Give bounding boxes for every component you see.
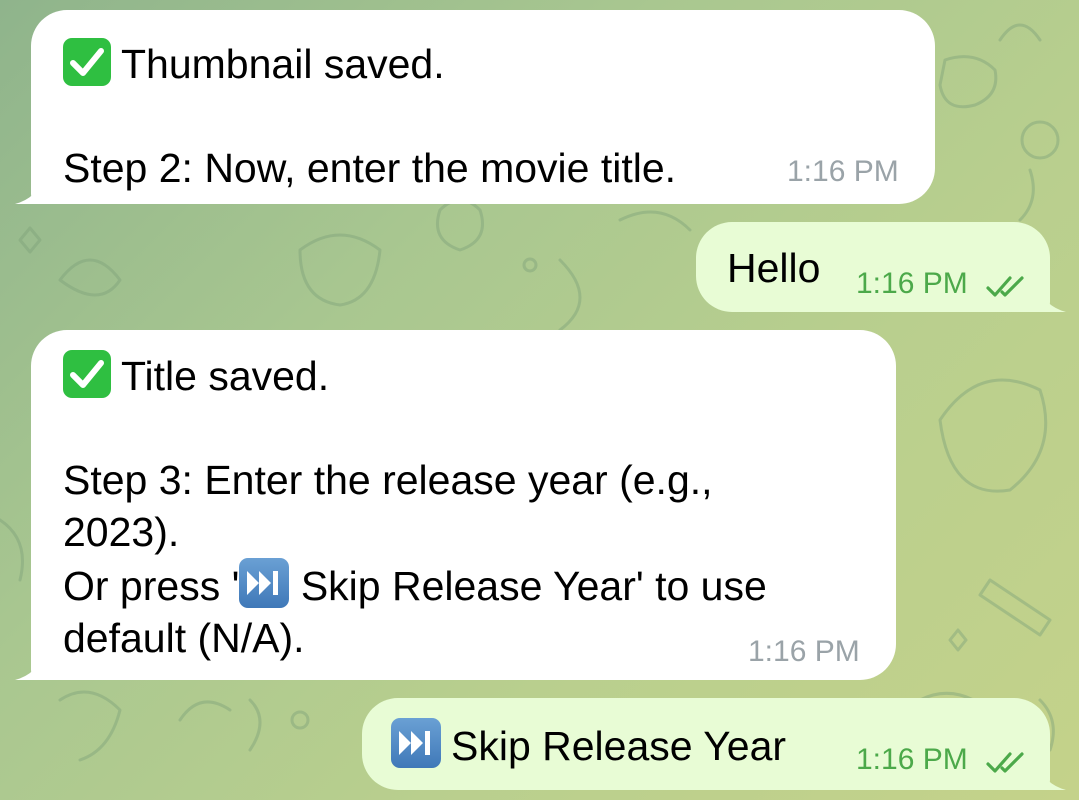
message-text: 2023). <box>63 509 180 555</box>
bubble-tail <box>15 654 43 680</box>
bubble-tail <box>1038 286 1066 312</box>
message-time: 1:16 PM <box>748 635 860 668</box>
bubble-tail <box>15 178 43 204</box>
message-line: Or press ' Skip Release Year' to use <box>63 558 896 612</box>
message-text: Or press ' <box>63 563 240 609</box>
read-double-check-icon <box>986 752 1024 773</box>
check-mark-icon <box>63 350 111 398</box>
outgoing-message-skip-release-year[interactable]: Skip Release Year 1:16 PM <box>362 698 1066 790</box>
incoming-message-thumbnail-saved[interactable]: Thumbnail saved. Step 2: Now, enter the … <box>15 10 935 204</box>
next-track-icon <box>391 718 441 768</box>
check-mark-icon <box>63 38 111 86</box>
bubble-tail <box>1038 764 1066 790</box>
message-text: Skip Release Year' to use <box>289 563 767 609</box>
outgoing-message-hello[interactable]: Hello 1:16 PM <box>696 222 1066 312</box>
incoming-message-title-saved[interactable]: Title saved. Step 3: Enter the release y… <box>15 330 896 680</box>
read-double-check-icon <box>986 276 1024 297</box>
message-line: Title saved. <box>63 350 896 402</box>
message-text: Step 3: Enter the release year (e.g., <box>63 457 713 503</box>
message-time: 1:16 PM <box>787 155 899 188</box>
message-text: Thumbnail saved. <box>121 41 445 87</box>
message-time: 1:16 PM <box>856 267 968 300</box>
next-track-icon <box>239 558 290 608</box>
message-text: Skip Release Year <box>451 723 787 769</box>
message-text: Title saved. <box>121 353 330 399</box>
message-line: Thumbnail saved. <box>63 38 935 90</box>
message-time: 1:16 PM <box>856 743 968 776</box>
